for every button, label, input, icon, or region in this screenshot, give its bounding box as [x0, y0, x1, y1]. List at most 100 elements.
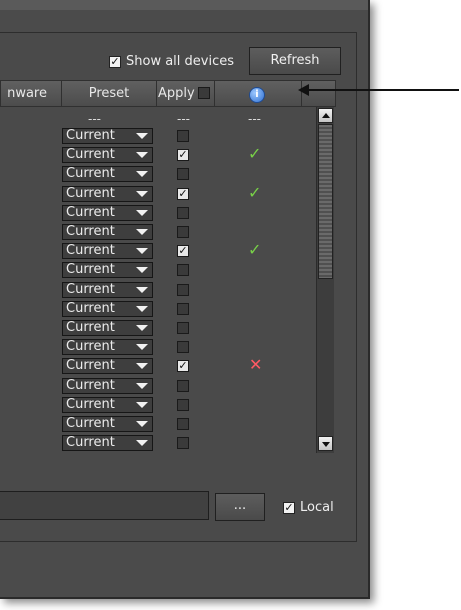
table-row: Current	[0, 281, 316, 300]
placeholder-status: ---	[248, 112, 261, 126]
apply-checkbox[interactable]	[177, 226, 189, 238]
apply-checkbox[interactable]	[177, 418, 189, 430]
panel-top-edge	[0, 0, 368, 10]
chevron-down-icon	[136, 248, 148, 255]
preset-value: Current	[66, 204, 115, 220]
show-all-devices-checkbox[interactable]: ✓	[109, 56, 121, 68]
callout-arrow-icon	[298, 84, 309, 96]
chevron-down-icon	[136, 209, 148, 216]
vertical-scrollbar[interactable]	[316, 107, 334, 453]
preset-value: Current	[66, 166, 115, 182]
preset-value: Current	[66, 243, 115, 259]
chevron-down-icon	[136, 190, 148, 197]
chevron-down-icon	[136, 401, 148, 408]
success-check-icon: ✓	[248, 240, 262, 260]
table-row: Current ✓ ✓	[0, 144, 316, 165]
preset-dropdown[interactable]: Current	[62, 204, 153, 221]
preset-value: Current	[66, 281, 115, 297]
apply-checkbox[interactable]	[177, 206, 189, 219]
apply-checkbox[interactable]: ✓	[177, 360, 189, 373]
device-rows: Current Current ✓ ✓ Current Current ✓ ✓ Current C…	[0, 127, 316, 452]
preset-dropdown[interactable]: Current	[62, 396, 153, 413]
preset-value: Current	[66, 185, 115, 201]
apply-checkbox[interactable]	[177, 264, 189, 277]
table-row: Current	[0, 377, 316, 396]
apply-checkbox[interactable]: ✓	[177, 148, 189, 162]
scroll-up-button[interactable]	[318, 108, 333, 123]
preset-dropdown[interactable]: Current	[62, 300, 153, 317]
table-row: Current	[0, 396, 316, 415]
column-header-apply[interactable]: Apply	[156, 80, 215, 107]
table-row: Current ✓ ✓	[0, 240, 316, 261]
table-row: Current	[0, 223, 316, 242]
chevron-down-icon	[136, 421, 148, 427]
preset-dropdown[interactable]: Current	[62, 339, 153, 356]
apply-checkbox[interactable]	[177, 437, 189, 450]
chevron-down-icon	[136, 363, 148, 370]
chevron-down-icon	[322, 442, 330, 447]
apply-checkbox[interactable]: ✓	[177, 187, 189, 200]
checkmark-icon: ✓	[284, 501, 294, 514]
preset-dropdown[interactable]: Current	[62, 262, 153, 279]
preset-dropdown[interactable]: Current	[62, 320, 153, 336]
apply-checkbox[interactable]	[177, 322, 189, 334]
table-row: Current	[0, 300, 316, 319]
column-header-preset[interactable]: Preset	[61, 80, 157, 107]
preset-value: Current	[66, 377, 115, 393]
apply-checkbox[interactable]	[177, 302, 189, 315]
chevron-down-icon	[136, 305, 148, 312]
table-row: Current	[0, 261, 316, 280]
browse-button[interactable]: ...	[215, 493, 265, 521]
chevron-up-icon	[322, 113, 330, 118]
preset-value: Current	[66, 320, 115, 335]
preset-dropdown[interactable]: Current	[62, 185, 153, 202]
local-checkbox[interactable]: ✓	[283, 502, 295, 514]
chevron-down-icon	[136, 152, 148, 159]
preset-dropdown[interactable]: Current	[62, 243, 153, 260]
column-header-firmware[interactable]: nware	[0, 80, 62, 107]
failure-x-icon: ✕	[249, 355, 263, 375]
table-row: Current ✓ ✓	[0, 183, 316, 204]
preset-dropdown[interactable]: Current	[62, 128, 153, 144]
preset-dropdown[interactable]: Current	[62, 435, 153, 452]
checkmark-icon: ✓	[178, 148, 188, 162]
apply-checkbox[interactable]: ✓	[177, 245, 189, 258]
apply-all-checkbox[interactable]	[198, 87, 210, 99]
placeholder-preset: ---	[88, 112, 101, 126]
apply-checkbox[interactable]	[177, 283, 189, 296]
chevron-down-icon	[136, 286, 148, 293]
apply-header-label: Apply	[158, 86, 195, 101]
preset-value: Current	[66, 339, 115, 355]
scroll-thumb[interactable]	[318, 124, 333, 279]
chevron-down-icon	[136, 325, 148, 331]
preset-dropdown[interactable]: Current	[62, 358, 153, 375]
path-field[interactable]	[0, 491, 209, 520]
table-row: Current	[0, 415, 316, 434]
apply-checkbox[interactable]	[177, 130, 189, 142]
table-row: Current	[0, 127, 316, 146]
checkmark-icon: ✓	[110, 55, 120, 68]
preset-dropdown[interactable]: Current	[62, 224, 153, 240]
preset-dropdown[interactable]: Current	[62, 377, 153, 394]
callout-line	[304, 89, 459, 91]
apply-checkbox[interactable]	[177, 379, 189, 392]
scroll-down-button[interactable]	[318, 436, 333, 451]
apply-checkbox[interactable]	[177, 398, 189, 411]
info-icon: i	[249, 87, 265, 103]
chevron-down-icon	[136, 267, 148, 274]
preset-value: Current	[66, 147, 115, 163]
chevron-down-icon	[136, 382, 148, 389]
local-label: Local	[300, 500, 334, 515]
apply-checkbox[interactable]	[177, 341, 189, 354]
success-check-icon: ✓	[248, 144, 262, 164]
table-row: Current	[0, 338, 316, 357]
preset-dropdown[interactable]: Current	[62, 416, 153, 432]
preset-value: Current	[66, 396, 115, 412]
refresh-button[interactable]: Refresh	[249, 47, 341, 75]
apply-checkbox[interactable]	[177, 168, 189, 181]
preset-dropdown[interactable]: Current	[62, 147, 153, 164]
chevron-down-icon	[136, 133, 148, 139]
preset-dropdown[interactable]: Current	[62, 166, 153, 183]
table-row: Current ✓ ✕	[0, 355, 316, 376]
preset-dropdown[interactable]: Current	[62, 281, 153, 298]
